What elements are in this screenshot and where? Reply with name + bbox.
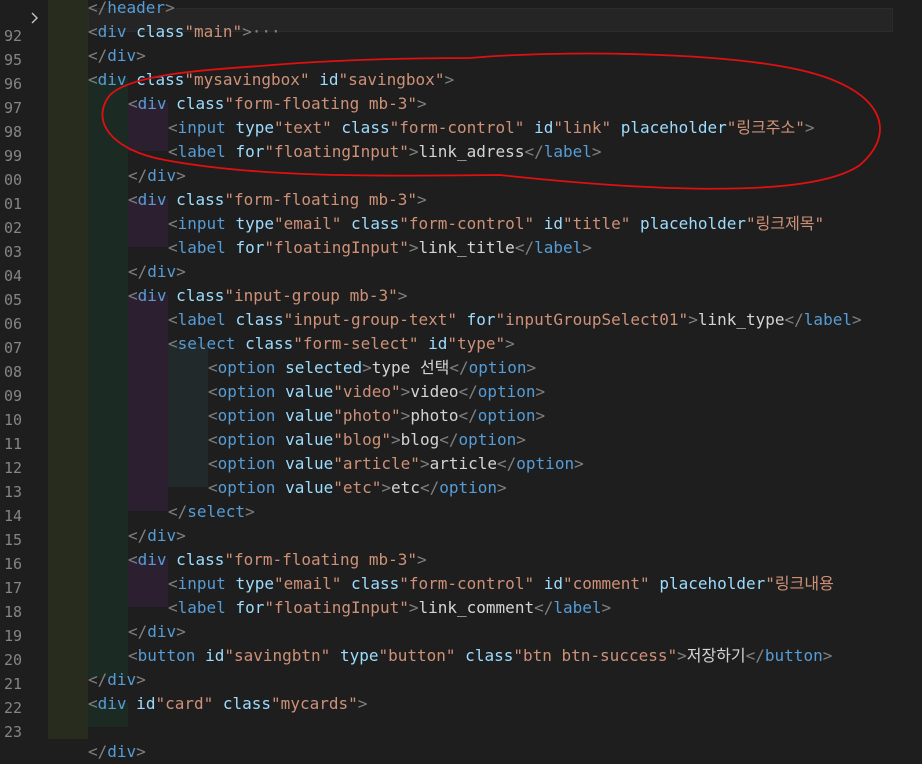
code-line[interactable]: <input type"email" class"form-control" i… <box>168 572 834 596</box>
chevron-right-icon[interactable] <box>30 12 42 24</box>
code-line[interactable]: <input type"email" class"form-control" i… <box>168 212 824 236</box>
line-number: 03 <box>3 243 22 261</box>
code-line[interactable]: </header> <box>88 0 175 20</box>
line-number: 96 <box>3 75 22 93</box>
code-line[interactable]: <label for"floatingInput">link_title</la… <box>168 236 592 260</box>
line-number: 13 <box>3 483 22 501</box>
code-line[interactable]: <div id"card" class"mycards"> <box>88 692 367 716</box>
line-number: 07 <box>3 339 22 357</box>
code-line[interactable]: </div> <box>88 44 146 68</box>
code-line[interactable]: <div class"mysavingbox" id"savingbox"> <box>88 68 454 92</box>
code-line[interactable]: <div class"main">··· <box>88 20 281 44</box>
line-number: 15 <box>3 531 22 549</box>
folded-ellipsis[interactable]: ··· <box>252 22 281 41</box>
code-line[interactable]: </div> <box>128 524 186 548</box>
line-number: 11 <box>3 435 22 453</box>
code-line[interactable]: <div class"form-floating mb-3"> <box>128 548 427 572</box>
code-line[interactable]: <select class"form-select" id"type"> <box>168 332 515 356</box>
code-line[interactable]: <label class"input-group-text" for"input… <box>168 308 862 332</box>
line-number: 04 <box>3 267 22 285</box>
code-line[interactable]: <div class"form-floating mb-3"> <box>128 92 427 116</box>
line-number: 02 <box>3 219 22 237</box>
line-number: 19 <box>3 627 22 645</box>
code-line[interactable]: </select> <box>168 500 255 524</box>
indent-guide <box>168 343 208 487</box>
code-line[interactable]: <div class"form-floating mb-3"> <box>128 188 427 212</box>
line-number: 08 <box>3 363 22 381</box>
line-number: 14 <box>3 507 22 525</box>
code-line[interactable]: </div> <box>128 260 186 284</box>
line-number: 10 <box>3 411 22 429</box>
line-number: 09 <box>3 387 22 405</box>
line-number: 01 <box>3 195 22 213</box>
code-line[interactable]: <option value"video">video</option> <box>208 380 545 404</box>
code-line[interactable]: <option value"etc">etc</option> <box>208 476 507 500</box>
code-line[interactable]: </div> <box>88 668 146 692</box>
code-line[interactable]: </div> <box>88 740 146 764</box>
code-editor[interactable]: 92 95 96 97 98 99 00 01 02 03 04 05 06 07 08 09 10 11 12 13… <box>0 0 922 761</box>
line-number: 97 <box>3 99 22 117</box>
code-line[interactable]: <option selected>type 선택</option> <box>208 356 536 380</box>
code-line[interactable]: </div> <box>128 164 186 188</box>
line-number: 20 <box>3 651 22 669</box>
line-number: 17 <box>3 579 22 597</box>
line-number: 18 <box>3 603 22 621</box>
line-number: 00 <box>3 171 22 189</box>
code-line[interactable]: <input type"text" class"form-control" id… <box>168 116 815 140</box>
indent-guide <box>88 78 128 678</box>
code-line[interactable]: <label for"floatingInput">link_adress</l… <box>168 140 602 164</box>
code-line[interactable]: <div class"input-group mb-3"> <box>128 284 407 308</box>
code-line[interactable]: <option value"article">article</option> <box>208 452 584 476</box>
code-line[interactable]: <option value"photo">photo</option> <box>208 404 545 428</box>
line-number: 22 <box>3 699 22 717</box>
line-number: 06 <box>3 315 22 333</box>
line-number: 99 <box>3 147 22 165</box>
line-number: 95 <box>3 51 22 69</box>
line-number: 12 <box>3 459 22 477</box>
line-number: 92 <box>3 27 22 45</box>
line-number: 23 <box>3 723 22 741</box>
code-line[interactable]: <label for"floatingInput">link_comment</… <box>168 596 611 620</box>
code-line[interactable]: <button id"savingbtn" type"button" class… <box>128 644 832 668</box>
line-number: 21 <box>3 675 22 693</box>
line-number: 98 <box>3 123 22 141</box>
indent-guide <box>128 295 168 511</box>
line-number-gutter: 92 95 96 97 98 99 00 01 02 03 04 05 06 07 08 09 10 11 12 13… <box>0 0 48 741</box>
indent-guide <box>48 0 88 739</box>
code-line[interactable]: </div> <box>128 620 186 644</box>
code-line[interactable]: <option value"blog">blog</option> <box>208 428 526 452</box>
line-number: 16 <box>3 555 22 573</box>
line-number: 05 <box>3 291 22 309</box>
